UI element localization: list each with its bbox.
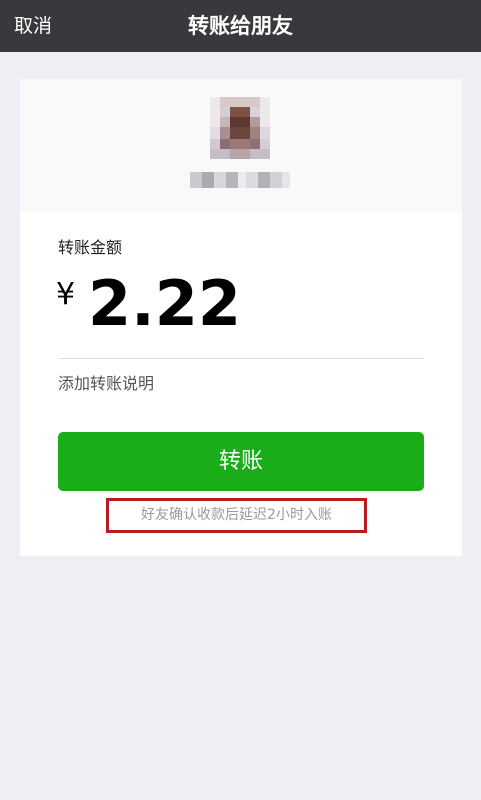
- nav-bar: 取消 转账给朋友: [0, 0, 481, 52]
- currency-symbol: ¥: [56, 277, 76, 312]
- add-note-link[interactable]: 添加转账说明: [58, 373, 154, 395]
- amount-value: 2.22: [88, 267, 241, 340]
- recipient-name-blurred: [190, 170, 290, 190]
- transfer-card: 转账金额 ¥ 2.22 添加转账说明 转账 好友确认收款后延迟2小时入账: [20, 79, 462, 556]
- transfer-button[interactable]: 转账: [58, 432, 424, 491]
- divider: [58, 358, 424, 359]
- avatar: [210, 97, 270, 159]
- amount-label: 转账金额: [58, 238, 123, 257]
- delay-notice: 好友确认收款后延迟2小时入账: [106, 498, 367, 533]
- recipient-area: [20, 79, 462, 212]
- page-title: 转账给朋友: [188, 14, 293, 38]
